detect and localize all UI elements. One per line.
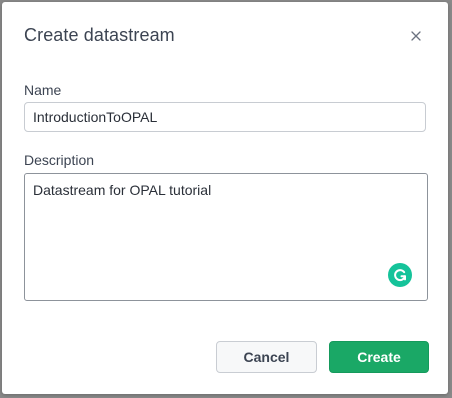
name-label: Name [24,82,62,98]
close-icon [411,31,421,41]
grammarly-button[interactable] [388,263,412,287]
name-input[interactable] [24,102,426,132]
create-button[interactable]: Create [329,341,429,373]
description-label: Description [24,152,95,168]
description-textarea[interactable]: Datastream for OPAL tutorial [24,173,428,301]
grammarly-icon [394,269,406,282]
create-datastream-dialog: Create datastream Name Description Datas… [2,2,448,394]
close-button[interactable] [406,26,426,46]
cancel-button[interactable]: Cancel [216,341,317,373]
dialog-title: Create datastream [24,25,175,45]
